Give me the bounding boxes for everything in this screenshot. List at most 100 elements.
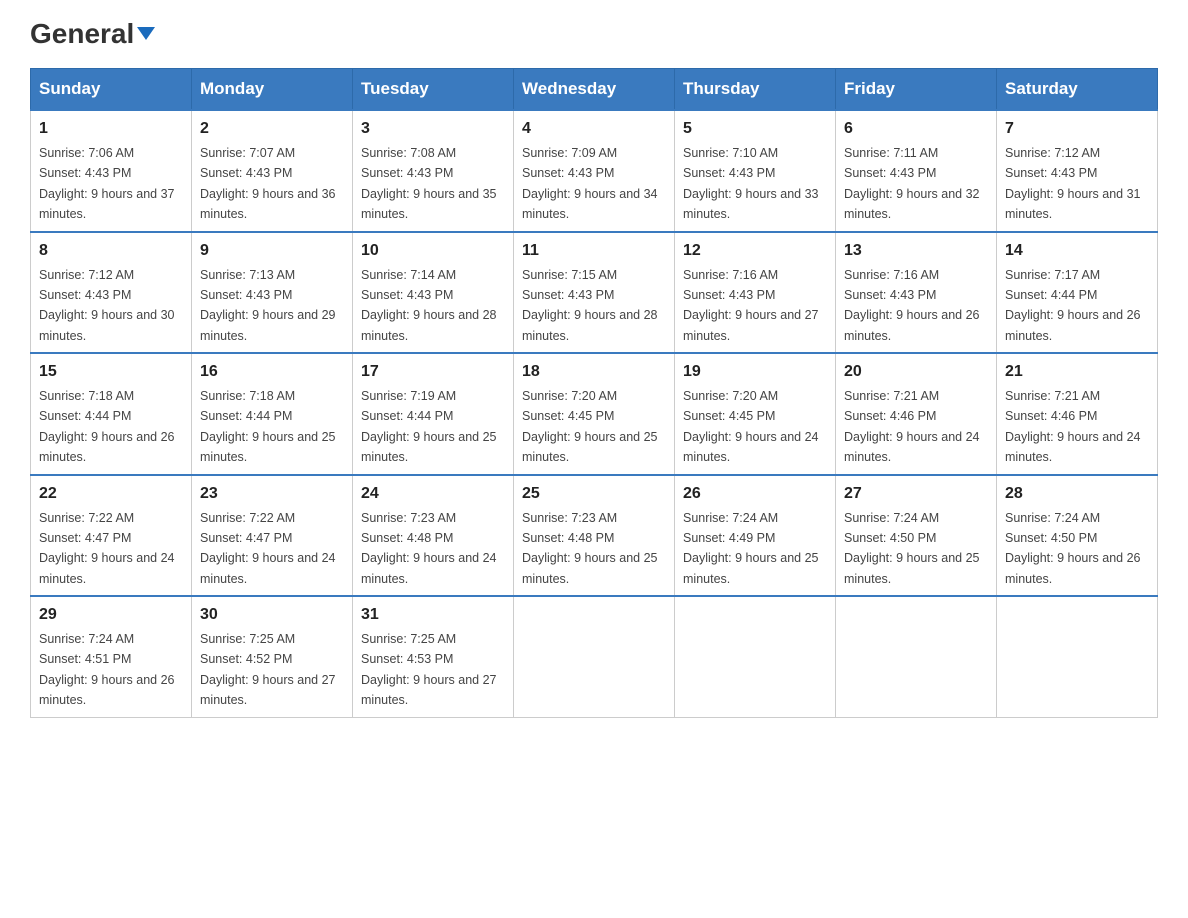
day-info: Sunrise: 7:06 AMSunset: 4:43 PMDaylight:… — [39, 146, 175, 221]
calendar-cell: 9 Sunrise: 7:13 AMSunset: 4:43 PMDayligh… — [192, 232, 353, 354]
calendar-cell: 4 Sunrise: 7:09 AMSunset: 4:43 PMDayligh… — [514, 110, 675, 232]
calendar-cell: 13 Sunrise: 7:16 AMSunset: 4:43 PMDaylig… — [836, 232, 997, 354]
page-header: General — [30, 20, 1158, 48]
calendar-cell: 18 Sunrise: 7:20 AMSunset: 4:45 PMDaylig… — [514, 353, 675, 475]
day-number: 23 — [200, 482, 344, 506]
calendar-cell: 2 Sunrise: 7:07 AMSunset: 4:43 PMDayligh… — [192, 110, 353, 232]
weekday-header-wednesday: Wednesday — [514, 69, 675, 111]
day-info: Sunrise: 7:22 AMSunset: 4:47 PMDaylight:… — [39, 511, 175, 586]
weekday-header-saturday: Saturday — [997, 69, 1158, 111]
calendar-cell: 23 Sunrise: 7:22 AMSunset: 4:47 PMDaylig… — [192, 475, 353, 597]
day-info: Sunrise: 7:25 AMSunset: 4:53 PMDaylight:… — [361, 632, 497, 707]
day-number: 12 — [683, 239, 827, 263]
calendar-cell: 24 Sunrise: 7:23 AMSunset: 4:48 PMDaylig… — [353, 475, 514, 597]
calendar-cell: 16 Sunrise: 7:18 AMSunset: 4:44 PMDaylig… — [192, 353, 353, 475]
day-info: Sunrise: 7:09 AMSunset: 4:43 PMDaylight:… — [522, 146, 658, 221]
logo-triangle-icon — [137, 27, 155, 40]
day-info: Sunrise: 7:16 AMSunset: 4:43 PMDaylight:… — [683, 268, 819, 343]
day-info: Sunrise: 7:18 AMSunset: 4:44 PMDaylight:… — [200, 389, 336, 464]
calendar-cell: 7 Sunrise: 7:12 AMSunset: 4:43 PMDayligh… — [997, 110, 1158, 232]
day-number: 24 — [361, 482, 505, 506]
day-info: Sunrise: 7:23 AMSunset: 4:48 PMDaylight:… — [522, 511, 658, 586]
day-number: 10 — [361, 239, 505, 263]
day-info: Sunrise: 7:17 AMSunset: 4:44 PMDaylight:… — [1005, 268, 1141, 343]
calendar-cell: 21 Sunrise: 7:21 AMSunset: 4:46 PMDaylig… — [997, 353, 1158, 475]
day-number: 20 — [844, 360, 988, 384]
day-number: 28 — [1005, 482, 1149, 506]
day-info: Sunrise: 7:13 AMSunset: 4:43 PMDaylight:… — [200, 268, 336, 343]
weekday-header-sunday: Sunday — [31, 69, 192, 111]
day-info: Sunrise: 7:12 AMSunset: 4:43 PMDaylight:… — [1005, 146, 1141, 221]
calendar-cell: 30 Sunrise: 7:25 AMSunset: 4:52 PMDaylig… — [192, 596, 353, 717]
weekday-header-thursday: Thursday — [675, 69, 836, 111]
day-info: Sunrise: 7:25 AMSunset: 4:52 PMDaylight:… — [200, 632, 336, 707]
day-info: Sunrise: 7:20 AMSunset: 4:45 PMDaylight:… — [683, 389, 819, 464]
day-info: Sunrise: 7:20 AMSunset: 4:45 PMDaylight:… — [522, 389, 658, 464]
calendar-cell: 8 Sunrise: 7:12 AMSunset: 4:43 PMDayligh… — [31, 232, 192, 354]
week-row-4: 22 Sunrise: 7:22 AMSunset: 4:47 PMDaylig… — [31, 475, 1158, 597]
day-info: Sunrise: 7:22 AMSunset: 4:47 PMDaylight:… — [200, 511, 336, 586]
calendar-cell: 19 Sunrise: 7:20 AMSunset: 4:45 PMDaylig… — [675, 353, 836, 475]
day-info: Sunrise: 7:24 AMSunset: 4:50 PMDaylight:… — [844, 511, 980, 586]
day-info: Sunrise: 7:24 AMSunset: 4:49 PMDaylight:… — [683, 511, 819, 586]
day-number: 25 — [522, 482, 666, 506]
day-info: Sunrise: 7:24 AMSunset: 4:51 PMDaylight:… — [39, 632, 175, 707]
day-info: Sunrise: 7:10 AMSunset: 4:43 PMDaylight:… — [683, 146, 819, 221]
day-number: 11 — [522, 239, 666, 263]
calendar-cell: 12 Sunrise: 7:16 AMSunset: 4:43 PMDaylig… — [675, 232, 836, 354]
calendar-table: SundayMondayTuesdayWednesdayThursdayFrid… — [30, 68, 1158, 718]
day-number: 27 — [844, 482, 988, 506]
day-number: 26 — [683, 482, 827, 506]
calendar-cell: 22 Sunrise: 7:22 AMSunset: 4:47 PMDaylig… — [31, 475, 192, 597]
calendar-cell: 26 Sunrise: 7:24 AMSunset: 4:49 PMDaylig… — [675, 475, 836, 597]
day-number: 29 — [39, 603, 183, 627]
weekday-header-row: SundayMondayTuesdayWednesdayThursdayFrid… — [31, 69, 1158, 111]
day-info: Sunrise: 7:08 AMSunset: 4:43 PMDaylight:… — [361, 146, 497, 221]
calendar-cell: 20 Sunrise: 7:21 AMSunset: 4:46 PMDaylig… — [836, 353, 997, 475]
calendar-cell: 5 Sunrise: 7:10 AMSunset: 4:43 PMDayligh… — [675, 110, 836, 232]
calendar-cell — [836, 596, 997, 717]
day-number: 7 — [1005, 117, 1149, 141]
week-row-1: 1 Sunrise: 7:06 AMSunset: 4:43 PMDayligh… — [31, 110, 1158, 232]
calendar-cell: 31 Sunrise: 7:25 AMSunset: 4:53 PMDaylig… — [353, 596, 514, 717]
logo: General — [30, 20, 155, 48]
day-info: Sunrise: 7:21 AMSunset: 4:46 PMDaylight:… — [844, 389, 980, 464]
weekday-header-tuesday: Tuesday — [353, 69, 514, 111]
calendar-cell: 27 Sunrise: 7:24 AMSunset: 4:50 PMDaylig… — [836, 475, 997, 597]
day-info: Sunrise: 7:12 AMSunset: 4:43 PMDaylight:… — [39, 268, 175, 343]
day-number: 4 — [522, 117, 666, 141]
day-info: Sunrise: 7:15 AMSunset: 4:43 PMDaylight:… — [522, 268, 658, 343]
day-info: Sunrise: 7:24 AMSunset: 4:50 PMDaylight:… — [1005, 511, 1141, 586]
calendar-cell — [675, 596, 836, 717]
calendar-cell: 28 Sunrise: 7:24 AMSunset: 4:50 PMDaylig… — [997, 475, 1158, 597]
calendar-cell — [514, 596, 675, 717]
day-number: 2 — [200, 117, 344, 141]
weekday-header-monday: Monday — [192, 69, 353, 111]
day-info: Sunrise: 7:11 AMSunset: 4:43 PMDaylight:… — [844, 146, 980, 221]
day-number: 30 — [200, 603, 344, 627]
day-number: 19 — [683, 360, 827, 384]
day-number: 15 — [39, 360, 183, 384]
day-info: Sunrise: 7:21 AMSunset: 4:46 PMDaylight:… — [1005, 389, 1141, 464]
week-row-3: 15 Sunrise: 7:18 AMSunset: 4:44 PMDaylig… — [31, 353, 1158, 475]
day-number: 17 — [361, 360, 505, 384]
day-info: Sunrise: 7:07 AMSunset: 4:43 PMDaylight:… — [200, 146, 336, 221]
day-number: 8 — [39, 239, 183, 263]
day-info: Sunrise: 7:16 AMSunset: 4:43 PMDaylight:… — [844, 268, 980, 343]
day-info: Sunrise: 7:18 AMSunset: 4:44 PMDaylight:… — [39, 389, 175, 464]
day-info: Sunrise: 7:14 AMSunset: 4:43 PMDaylight:… — [361, 268, 497, 343]
day-number: 14 — [1005, 239, 1149, 263]
day-number: 13 — [844, 239, 988, 263]
day-number: 16 — [200, 360, 344, 384]
calendar-cell: 1 Sunrise: 7:06 AMSunset: 4:43 PMDayligh… — [31, 110, 192, 232]
day-number: 3 — [361, 117, 505, 141]
day-info: Sunrise: 7:19 AMSunset: 4:44 PMDaylight:… — [361, 389, 497, 464]
calendar-cell — [997, 596, 1158, 717]
day-number: 9 — [200, 239, 344, 263]
calendar-cell: 10 Sunrise: 7:14 AMSunset: 4:43 PMDaylig… — [353, 232, 514, 354]
day-number: 22 — [39, 482, 183, 506]
logo-line1: General — [30, 20, 155, 48]
calendar-cell: 17 Sunrise: 7:19 AMSunset: 4:44 PMDaylig… — [353, 353, 514, 475]
calendar-cell: 11 Sunrise: 7:15 AMSunset: 4:43 PMDaylig… — [514, 232, 675, 354]
day-number: 31 — [361, 603, 505, 627]
